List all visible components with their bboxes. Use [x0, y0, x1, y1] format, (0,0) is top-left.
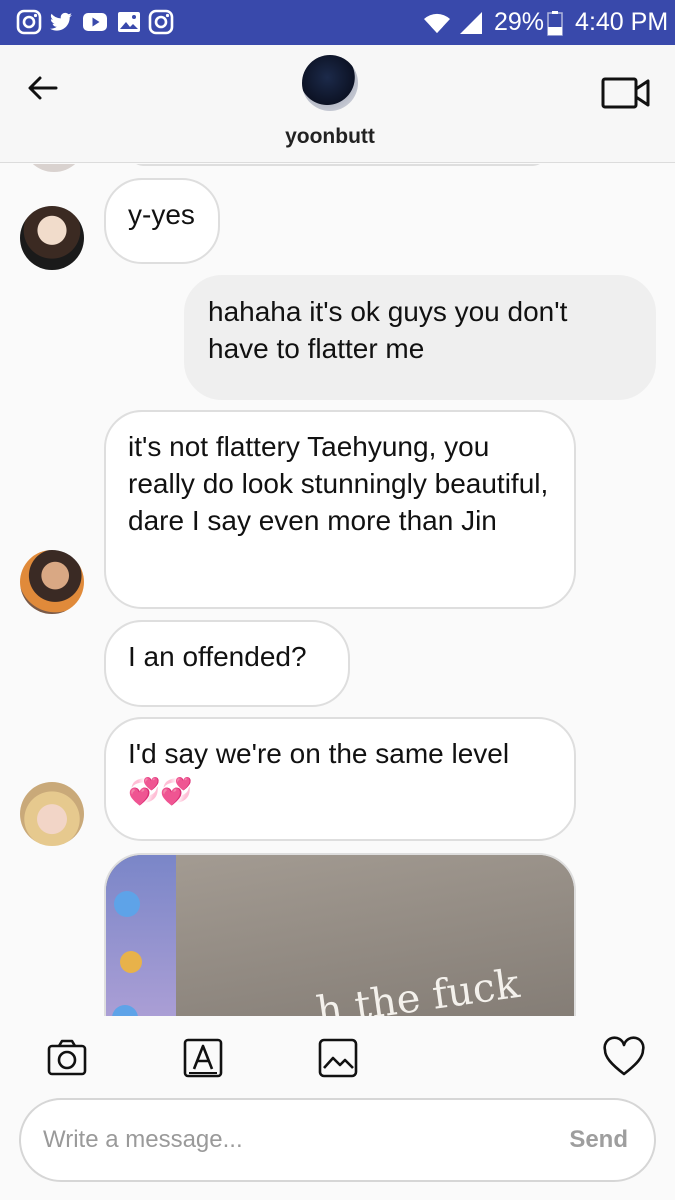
heart-icon[interactable]: [602, 1036, 646, 1080]
message-composer: Send: [19, 1098, 656, 1182]
message-bubble-partial: [128, 164, 548, 166]
battery-percent: 29%: [494, 8, 545, 36]
send-button[interactable]: Send: [569, 1126, 628, 1154]
message-photo[interactable]: h the fuck: [104, 853, 576, 1016]
clock: 4:40 PM: [575, 8, 669, 36]
message-text: hahaha it's ok guys you don't have to fl…: [208, 296, 568, 364]
photo-sticker-strip: [106, 855, 176, 1016]
conversation-header: yoonbutt: [0, 45, 675, 163]
message-text: I'd say we're on the same level: [128, 738, 510, 769]
youtube-icon: [83, 13, 107, 31]
avatar[interactable]: [20, 782, 84, 846]
status-bar: 29% 4:40 PM: [0, 0, 675, 45]
message-thread[interactable]: y-yes hahaha it's ok guys you don't have…: [0, 164, 675, 1016]
signal-icon: [460, 11, 482, 34]
battery-icon: [547, 10, 563, 36]
arrow-left-icon[interactable]: [20, 67, 64, 111]
instagram-icon: [16, 9, 42, 35]
composer-toolbar: [0, 1016, 675, 1096]
message-bubble[interactable]: I'd say we're on the same level 💞💞: [104, 717, 576, 841]
header-avatar[interactable]: [302, 55, 358, 111]
message-bubble-outgoing[interactable]: hahaha it's ok guys you don't have to fl…: [184, 275, 656, 400]
video-camera-icon[interactable]: [600, 73, 652, 113]
gallery-icon[interactable]: [316, 1036, 360, 1080]
wifi-icon: [424, 13, 450, 33]
conversation-username[interactable]: yoonbutt: [0, 125, 660, 149]
message-bubble[interactable]: I an offended?: [104, 620, 350, 707]
emoji-hearts: 💞💞: [128, 776, 193, 806]
message-input[interactable]: [43, 1120, 523, 1160]
message-text: I an offended?: [128, 641, 307, 672]
camera-icon[interactable]: [45, 1036, 89, 1080]
message-bubble[interactable]: y-yes: [104, 178, 220, 264]
sticker-icon[interactable]: [181, 1036, 225, 1080]
avatar: [22, 164, 86, 172]
twitter-icon: [50, 12, 72, 31]
message-text: y-yes: [128, 199, 195, 230]
avatar[interactable]: [20, 206, 84, 270]
message-text: it's not flattery Taehyung, you really d…: [128, 431, 549, 536]
instagram-icon: [148, 9, 174, 35]
message-bubble[interactable]: it's not flattery Taehyung, you really d…: [104, 410, 576, 609]
gallery-icon: [118, 12, 140, 32]
avatar[interactable]: [20, 550, 84, 614]
